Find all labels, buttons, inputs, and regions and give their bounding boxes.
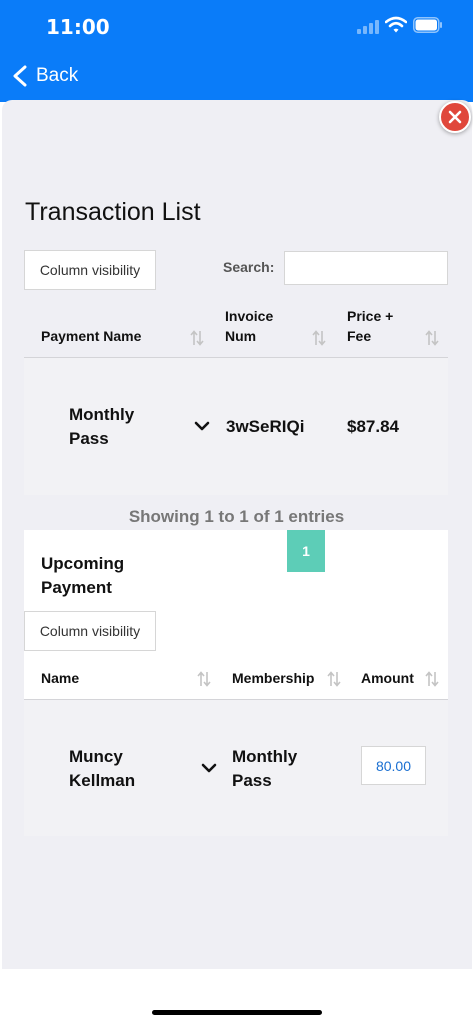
sort-icon[interactable] [197, 671, 211, 687]
column-header-invoice-num[interactable]: Invoice Num [225, 306, 295, 346]
close-icon [448, 110, 462, 124]
home-indicator [152, 1010, 322, 1015]
back-chevron-icon [13, 65, 27, 87]
upcoming-name-cell: Muncy Kellman [69, 747, 136, 790]
search-label: Search: [223, 259, 275, 275]
close-button[interactable] [439, 101, 471, 133]
column-header-name[interactable]: Name [41, 668, 79, 688]
status-bar: 11:00 [0, 0, 473, 50]
signal-icon [357, 20, 379, 34]
column-header-payment-name[interactable]: Payment Name [41, 326, 141, 346]
battery-icon [413, 17, 442, 33]
table-info: Showing 1 to 1 of 1 entries [128, 507, 345, 526]
page-title: Transaction List [25, 198, 201, 226]
column-visibility-button[interactable]: Column visibility [24, 250, 156, 290]
amount-input[interactable] [361, 746, 426, 785]
column-visibility-button[interactable]: Column visibility [24, 611, 156, 651]
sort-icon[interactable] [425, 330, 439, 346]
column-header-price-fee[interactable]: Price + Fee [347, 306, 407, 346]
wifi-icon [385, 16, 407, 33]
column-header-membership[interactable]: Membership [232, 668, 314, 688]
sort-icon[interactable] [312, 330, 326, 346]
chevron-down-icon[interactable] [201, 762, 217, 774]
navigation-bar: Back [0, 50, 473, 102]
price-fee-cell: $87.84 [347, 417, 399, 436]
sort-icon[interactable] [190, 330, 204, 346]
upcoming-membership-cell: Monthly Pass [232, 747, 298, 790]
status-time: 11:00 [46, 15, 110, 39]
payment-name-cell: Monthly Pass [69, 405, 135, 448]
chevron-down-icon[interactable] [194, 420, 210, 432]
invoice-num-cell: 3wSeRIQi [226, 417, 305, 436]
sort-icon[interactable] [327, 671, 341, 687]
back-button[interactable]: Back [12, 62, 78, 90]
back-label: Back [36, 65, 79, 86]
upcoming-payment-title: Upcoming Payment [41, 554, 125, 597]
sort-icon[interactable] [425, 671, 439, 687]
column-header-amount[interactable]: Amount [361, 668, 414, 688]
search-input[interactable] [284, 251, 448, 285]
pagination-page-button[interactable]: 1 [287, 530, 325, 572]
